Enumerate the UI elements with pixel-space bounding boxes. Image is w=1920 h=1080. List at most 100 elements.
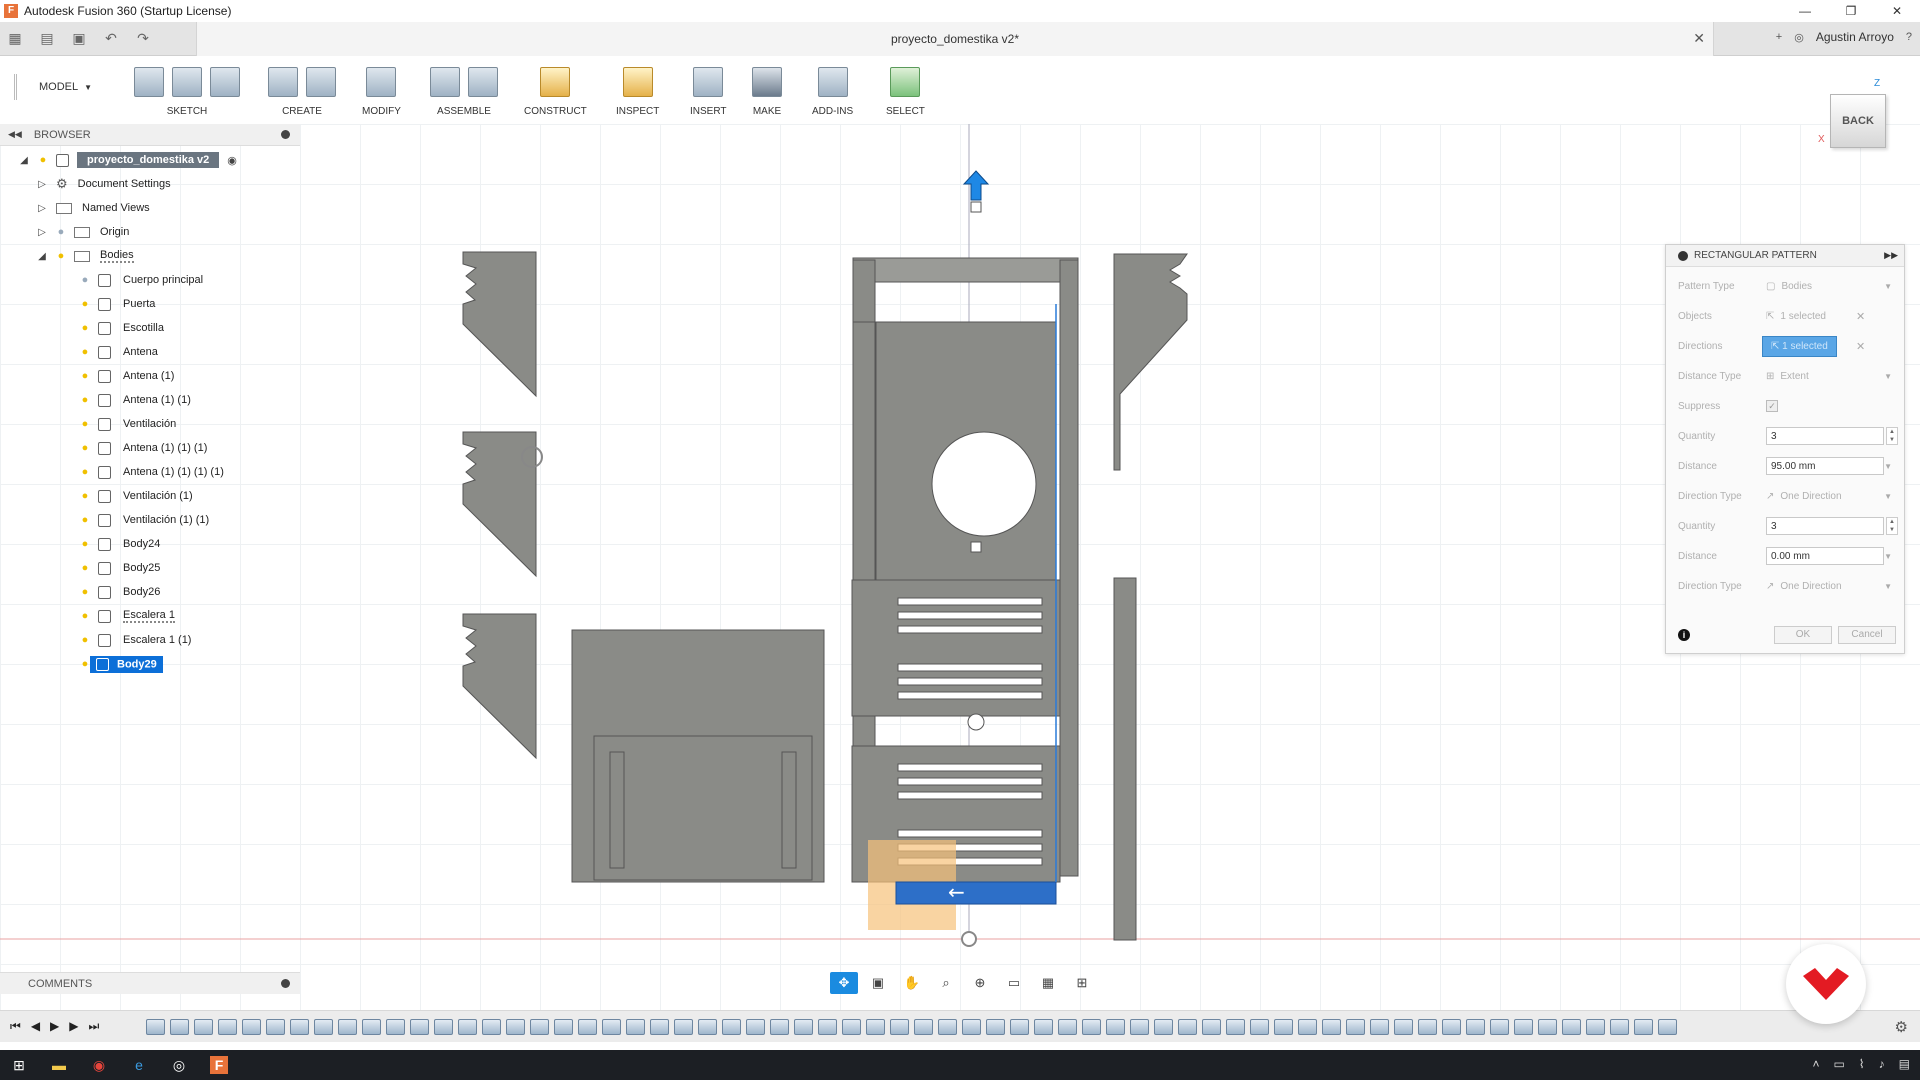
activate-icon[interactable]: ◉ [227, 154, 237, 167]
direction-type-select-2[interactable]: ↗ One Direction [1766, 581, 1842, 592]
direction-type-select-1[interactable]: ↗ One Direction [1766, 491, 1842, 502]
press-pull-icon[interactable] [366, 67, 397, 97]
body-item[interactable]: ● Body26 [72, 582, 160, 602]
visibility-bulb-icon[interactable]: ● [80, 514, 90, 526]
directions-selection[interactable]: ⇱ 1 selected [1762, 335, 1837, 357]
offset-plane-icon[interactable] [540, 67, 571, 97]
file-explorer-icon[interactable]: ▬ [50, 1056, 68, 1074]
inspect-group[interactable]: INSPECT [616, 62, 659, 117]
extrude-icon[interactable] [268, 67, 298, 97]
visibility-bulb-icon[interactable]: ● [80, 418, 90, 430]
create-menu-label[interactable]: CREATE [282, 106, 322, 117]
timeline-feature-icon[interactable] [674, 1019, 693, 1035]
timeline-feature-icon[interactable] [242, 1019, 261, 1035]
save-icon[interactable]: ▣ [70, 30, 88, 46]
document-tab[interactable]: proyecto_domestika v2* ✕ [196, 22, 1714, 56]
minimize-button[interactable]: — [1782, 0, 1828, 22]
network-icon[interactable]: ⌇ [1859, 1057, 1865, 1071]
body-item[interactable]: ● Ventilación (1) [72, 486, 193, 506]
look-at-icon[interactable]: ▣ [864, 972, 892, 994]
body-item[interactable]: ● Puerta [72, 294, 155, 314]
body-item[interactable]: ● Escotilla [72, 318, 164, 338]
add-comment-icon[interactable] [281, 979, 290, 988]
timeline-feature-icon[interactable] [842, 1019, 861, 1035]
timeline-feature-icon[interactable] [818, 1019, 837, 1035]
timeline-feature-icon[interactable] [890, 1019, 909, 1035]
body-item[interactable]: ● Antena (1) (1) [72, 390, 191, 410]
timeline-feature-icon[interactable] [1058, 1019, 1077, 1035]
rectangle-icon[interactable] [210, 67, 240, 97]
timeline-feature-icon[interactable] [1394, 1019, 1413, 1035]
expand-triangle-icon[interactable]: ▷ [36, 203, 48, 214]
tree-item-bodies[interactable]: ◢ ● Bodies [36, 246, 134, 266]
pan-icon[interactable]: ✋ [898, 972, 926, 994]
display-settings-icon[interactable]: ▭ [1000, 972, 1028, 994]
modify-group[interactable]: MODIFY [362, 62, 401, 117]
new-component-icon[interactable] [430, 67, 460, 97]
timeline-feature-icon[interactable] [194, 1019, 213, 1035]
visibility-bulb-icon[interactable]: ● [80, 586, 90, 598]
timeline-feature-icon[interactable] [434, 1019, 453, 1035]
timeline-feature-icon[interactable] [650, 1019, 669, 1035]
timeline-feature-icon[interactable] [698, 1019, 717, 1035]
timeline-feature-icon[interactable] [1154, 1019, 1173, 1035]
visibility-bulb-icon[interactable]: ● [80, 658, 90, 670]
timeline-feature-icon[interactable] [386, 1019, 405, 1035]
timeline-feature-icon[interactable] [722, 1019, 741, 1035]
body-item[interactable]: ● Cuerpo principal [72, 270, 203, 290]
body-item[interactable]: ● Antena (1) (1) (1) (1) [72, 462, 224, 482]
tree-root[interactable]: ◢ ● proyecto_domestika v2 ◉ [18, 150, 237, 170]
visibility-bulb-icon[interactable]: ● [56, 250, 66, 262]
visibility-bulb-icon[interactable]: ● [80, 394, 90, 406]
body-item[interactable]: ● Antena [72, 342, 158, 362]
quantity-stepper[interactable]: ▲ ▼ [1886, 517, 1898, 535]
timeline-feature-icon[interactable] [482, 1019, 501, 1035]
edge-icon[interactable]: e [130, 1056, 148, 1074]
dialog-header[interactable]: RECTANGULAR PATTERN ▶▶ [1666, 245, 1904, 267]
insert-image-icon[interactable] [693, 67, 724, 97]
make-menu-label[interactable]: MAKE [753, 106, 781, 117]
timeline-feature-icon[interactable] [770, 1019, 789, 1035]
timeline-feature-icon[interactable] [1202, 1019, 1221, 1035]
body-item[interactable]: ● Escalera 1 (1) [72, 630, 191, 650]
step-back-icon[interactable]: ◀ [31, 1019, 40, 1034]
chevron-down-icon[interactable]: ▼ [1884, 582, 1892, 591]
body-item[interactable]: ● Body25 [72, 558, 160, 578]
timeline-feature-icon[interactable] [218, 1019, 237, 1035]
pin-browser-icon[interactable] [281, 130, 290, 139]
assemble-group[interactable]: ASSEMBLE [430, 62, 498, 117]
collapse-triangle-icon[interactable]: ◢ [18, 155, 30, 166]
timeline-feature-icon[interactable] [506, 1019, 525, 1035]
insert-menu-label[interactable]: INSERT [690, 106, 727, 117]
timeline-feature-icon[interactable] [1538, 1019, 1557, 1035]
timeline-feature-icon[interactable] [410, 1019, 429, 1035]
select-group[interactable]: SELECT [886, 62, 925, 117]
quantity-stepper[interactable]: ▲ ▼ [1886, 427, 1898, 445]
media-icon[interactable]: ◎ [170, 1056, 188, 1074]
timeline-feature-icon[interactable] [1322, 1019, 1341, 1035]
timeline-feature-icon[interactable] [1178, 1019, 1197, 1035]
distance-type-select[interactable]: ⊞ Extent [1766, 371, 1809, 382]
body-item[interactable]: ● Body24 [72, 534, 160, 554]
windows-start-icon[interactable]: ⊞ [10, 1056, 28, 1074]
timeline-feature-icon[interactable] [746, 1019, 765, 1035]
sketch-group[interactable]: SKETCH [134, 62, 240, 117]
chevron-down-icon[interactable]: ▼ [1884, 372, 1892, 381]
timeline-feature-icon[interactable] [290, 1019, 309, 1035]
timeline-feature-icon[interactable] [962, 1019, 981, 1035]
body-item[interactable]: ● Ventilación (1) (1) [72, 510, 209, 530]
play-icon[interactable]: ▶ [50, 1019, 59, 1034]
timeline-feature-icon[interactable] [170, 1019, 189, 1035]
timeline-feature-icon[interactable] [602, 1019, 621, 1035]
timeline-feature-icon[interactable] [1082, 1019, 1101, 1035]
timeline-feature-icon[interactable] [1130, 1019, 1149, 1035]
body-item[interactable]: ● Antena (1) (1) (1) [72, 438, 207, 458]
3d-print-icon[interactable] [752, 67, 782, 97]
browser-header[interactable]: ◀◀ BROWSER [0, 124, 300, 146]
timeline-feature-icon[interactable] [1490, 1019, 1509, 1035]
visibility-bulb-icon[interactable]: ● [80, 442, 90, 454]
body-item-selected[interactable]: ● Body29 [72, 654, 163, 674]
timeline-feature-icon[interactable] [1514, 1019, 1533, 1035]
comments-panel[interactable]: COMMENTS [0, 972, 300, 994]
visibility-bulb-icon[interactable]: ● [80, 562, 90, 574]
